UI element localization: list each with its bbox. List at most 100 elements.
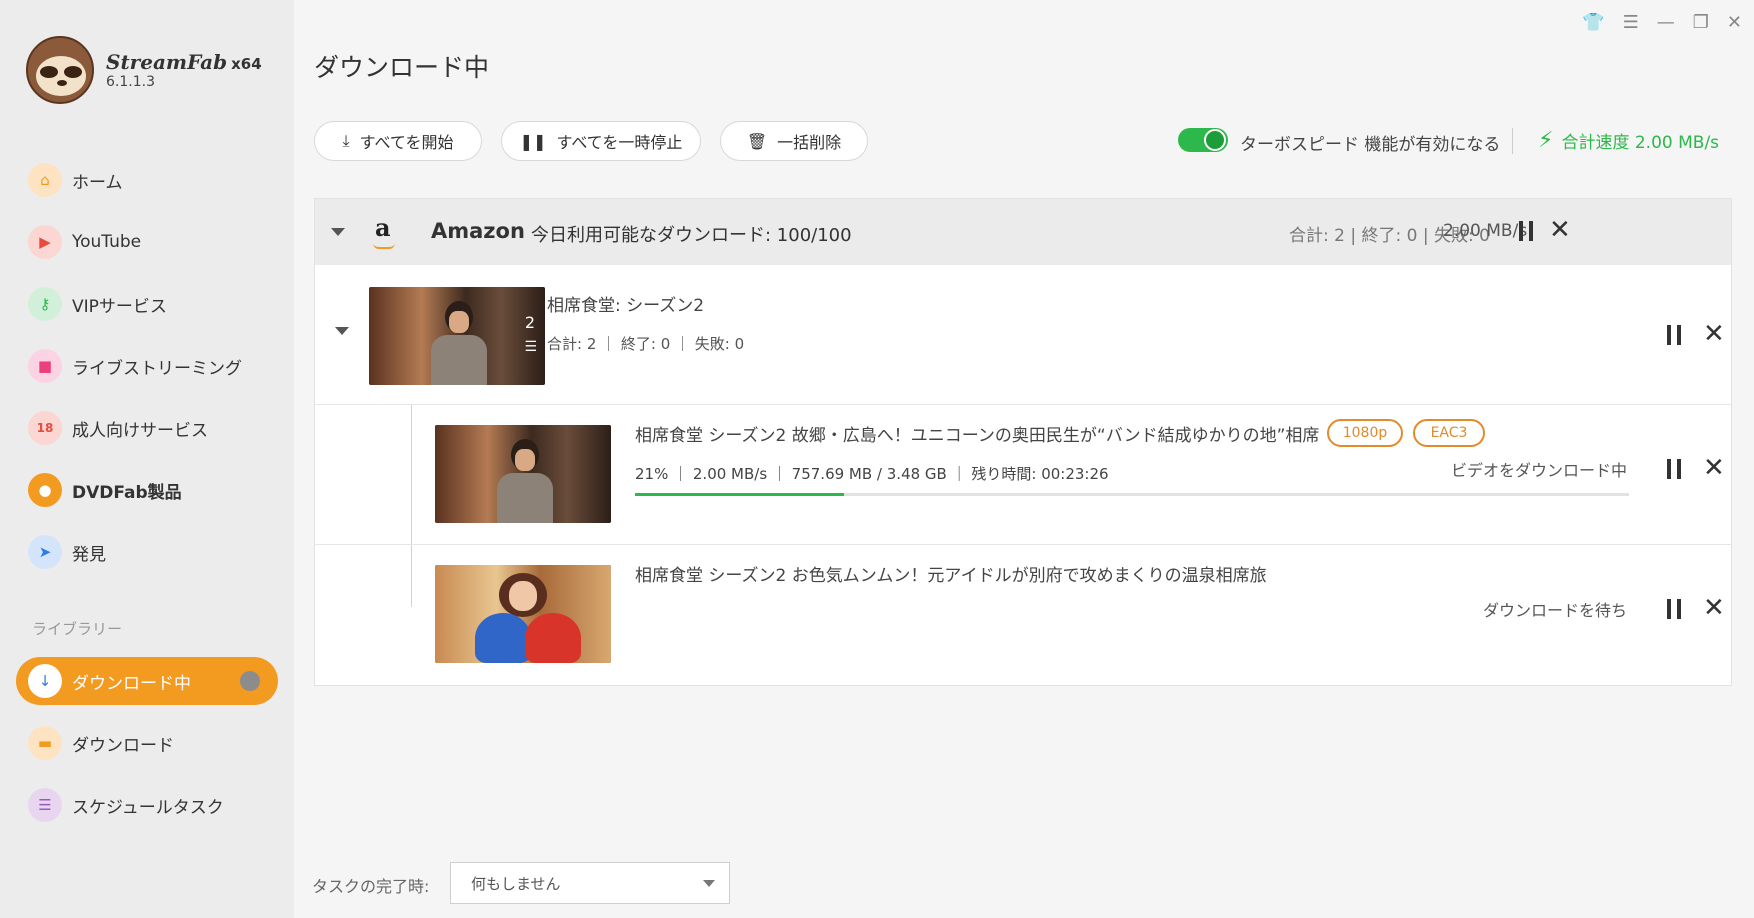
- episode-status: ビデオをダウンロード中: [1450, 461, 1627, 480]
- menu-icon[interactable]: ☰: [1623, 12, 1639, 33]
- on-complete-value: 何もしません: [471, 874, 561, 893]
- group-pause-icon[interactable]: [1519, 221, 1533, 241]
- total-speed-value: 合計速度 2.00 MB/s: [1561, 133, 1720, 153]
- episode-thumbnail: [435, 425, 611, 523]
- sidebar-item-adult[interactable]: 18 成人向けサービス: [16, 404, 278, 452]
- sidebar-item-discover[interactable]: ➤ 発見: [16, 528, 278, 576]
- episode-status: ダウンロードを待ち: [1482, 601, 1627, 620]
- youtube-icon: ▶: [28, 225, 62, 259]
- app-name: StreamFab: [106, 49, 228, 74]
- home-icon: ⌂: [28, 163, 62, 197]
- episode-count: 2: [524, 313, 535, 332]
- episode-pause-icon[interactable]: [1667, 459, 1681, 479]
- main-area: 👕 ☰ — ❐ ✕ ダウンロード中 ⤓ すべてを開始 ❚❚ すべてを一時停止 🗑…: [294, 0, 1754, 918]
- sidebar-item-label: YouTube: [72, 232, 142, 252]
- season-thumbnail: 2 ☰: [369, 287, 545, 385]
- season-close-icon[interactable]: ✕: [1703, 321, 1725, 347]
- close-icon[interactable]: ✕: [1727, 12, 1742, 33]
- compass-icon: ➤: [28, 535, 62, 569]
- season-row: 2 ☰ 相席食堂: シーズン2 合計: 2 ｜ 終了: 0 ｜ 失敗: 0 ✕: [315, 265, 1731, 405]
- sidebar-item-label: ダウンロード中: [72, 673, 191, 694]
- service-name: Amazon: [431, 219, 525, 243]
- start-all-label: すべてを開始: [359, 133, 454, 152]
- dvdfab-icon: ●: [28, 473, 62, 507]
- key-icon: ⚷: [28, 287, 62, 321]
- progress-fill: [635, 493, 844, 496]
- turbo-speed-toggle[interactable]: [1178, 128, 1228, 152]
- window-controls: 👕 ☰ — ❐ ✕: [1582, 12, 1742, 33]
- skin-icon[interactable]: 👕: [1582, 12, 1604, 33]
- camera-icon: ■: [28, 349, 62, 383]
- season-pause-icon[interactable]: [1667, 325, 1681, 345]
- daily-availability: 今日利用可能なダウンロード: 100/100: [531, 225, 852, 246]
- collapse-chevron-icon[interactable]: [335, 327, 349, 335]
- amazon-logo-icon: a: [375, 213, 391, 242]
- sidebar-item-label: スケジュールタスク: [72, 797, 224, 818]
- sidebar-item-live-streaming[interactable]: ■ ライブストリーミング: [16, 342, 278, 390]
- sidebar-item-youtube[interactable]: ▶ YouTube: [16, 218, 278, 266]
- minimize-icon[interactable]: —: [1657, 12, 1675, 33]
- episode-thumbnail: [435, 565, 611, 663]
- sidebar-item-label: ダウンロード: [72, 735, 174, 756]
- maximize-icon[interactable]: ❐: [1693, 12, 1709, 33]
- sidebar-item-label: ライブストリーミング: [72, 358, 242, 379]
- sidebar-item-schedule[interactable]: ☰ スケジュールタスク: [16, 781, 278, 829]
- schedule-icon: ☰: [28, 788, 62, 822]
- episode-title: 相席食堂 シーズン2 故郷・広島へ！ユニコーンの奥田民生が“バンド結成ゆかりの地…: [635, 426, 1320, 446]
- episode-pause-icon[interactable]: [1667, 599, 1681, 619]
- sidebar-item-label: 発見: [72, 544, 106, 565]
- sidebar-item-downloaded[interactable]: ▬ ダウンロード: [16, 719, 278, 767]
- adult-18-icon: 18: [28, 411, 62, 445]
- sidebar-item-label: 成人向けサービス: [72, 420, 208, 441]
- sidebar-item-vip[interactable]: ⚷ VIPサービス: [16, 280, 278, 328]
- episode-close-icon[interactable]: ✕: [1703, 595, 1725, 621]
- season-stats: 合計: 2 ｜ 終了: 0 ｜ 失敗: 0: [547, 335, 745, 353]
- pause-icon: ❚❚: [519, 131, 547, 151]
- delete-all-button[interactable]: 🗑 一括削除: [720, 121, 868, 161]
- list-icon: ☰: [524, 339, 537, 355]
- sidebar-item-dvdfab[interactable]: ● DVDFab製品: [16, 466, 278, 514]
- library-heading: ライブラリー: [32, 620, 123, 638]
- progress-bar: [635, 493, 1629, 496]
- audio-badge: EAC3: [1413, 419, 1485, 447]
- pause-all-label: すべてを一時停止: [556, 133, 683, 152]
- on-complete-label: タスクの完了時:: [312, 877, 430, 896]
- divider: [1512, 128, 1513, 154]
- download-icon: ↓: [28, 664, 62, 698]
- resolution-badge: 1080p: [1327, 419, 1403, 447]
- sidebar-item-label: DVDFab製品: [72, 482, 182, 503]
- sidebar-item-home[interactable]: ⌂ ホーム: [16, 156, 278, 204]
- total-speed: ⚡ 合計速度 2.00 MB/s: [1538, 128, 1719, 153]
- download-icon: ⤓: [342, 131, 350, 150]
- activity-dot-icon: [240, 671, 260, 691]
- episode-title: 相席食堂 シーズン2 お色気ムンムン！元アイドルが別府で攻めまくりの温泉相席旅: [635, 566, 1267, 586]
- start-all-button[interactable]: ⤓ すべてを開始: [314, 121, 482, 161]
- sidebar-item-label: VIPサービス: [72, 296, 167, 317]
- sloth-logo-icon: [26, 36, 94, 104]
- sidebar-item-label: ホーム: [72, 172, 123, 193]
- episode-progress-stats: 21% ｜ 2.00 MB/s ｜ 757.69 MB / 3.48 GB ｜ …: [635, 465, 1109, 483]
- collapse-chevron-icon[interactable]: [331, 228, 345, 236]
- chevron-down-icon: [703, 880, 715, 887]
- on-complete-select[interactable]: 何もしません: [450, 862, 730, 904]
- season-title: 相席食堂: シーズン2: [547, 296, 705, 316]
- service-group-header: a Amazon 今日利用可能なダウンロード: 100/100 合計: 2 | …: [315, 199, 1731, 265]
- turbo-speed-label: ターボスピード 機能が有効になる: [1240, 135, 1501, 155]
- group-close-icon[interactable]: ✕: [1549, 217, 1571, 243]
- sidebar: StreamFab x64 6.1.1.3 ⌂ ホーム ▶ YouTube ⚷ V…: [0, 0, 294, 918]
- page-title: ダウンロード中: [314, 53, 490, 82]
- lightning-icon: ⚡: [1538, 128, 1554, 153]
- app-logo: StreamFab x64 6.1.1.3: [26, 36, 262, 104]
- amazon-smile-icon: [373, 243, 395, 249]
- pause-all-button[interactable]: ❚❚ すべてを一時停止: [501, 121, 701, 161]
- sidebar-item-downloading[interactable]: ↓ ダウンロード中: [16, 657, 278, 705]
- folder-icon: ▬: [28, 726, 62, 760]
- delete-all-label: 一括削除: [777, 133, 842, 152]
- group-speed: 2.00 MB/s: [1443, 221, 1528, 241]
- app-arch: x64: [231, 54, 262, 73]
- episode-row: 相席食堂 シーズン2 故郷・広島へ！ユニコーンの奥田民生が“バンド結成ゆかりの地…: [315, 405, 1731, 545]
- episode-row: 相席食堂 シーズン2 お色気ムンムン！元アイドルが別府で攻めまくりの温泉相席旅 …: [315, 545, 1731, 685]
- app-version: 6.1.1.3: [106, 73, 155, 90]
- episode-close-icon[interactable]: ✕: [1703, 455, 1725, 481]
- trash-icon: 🗑: [746, 131, 768, 151]
